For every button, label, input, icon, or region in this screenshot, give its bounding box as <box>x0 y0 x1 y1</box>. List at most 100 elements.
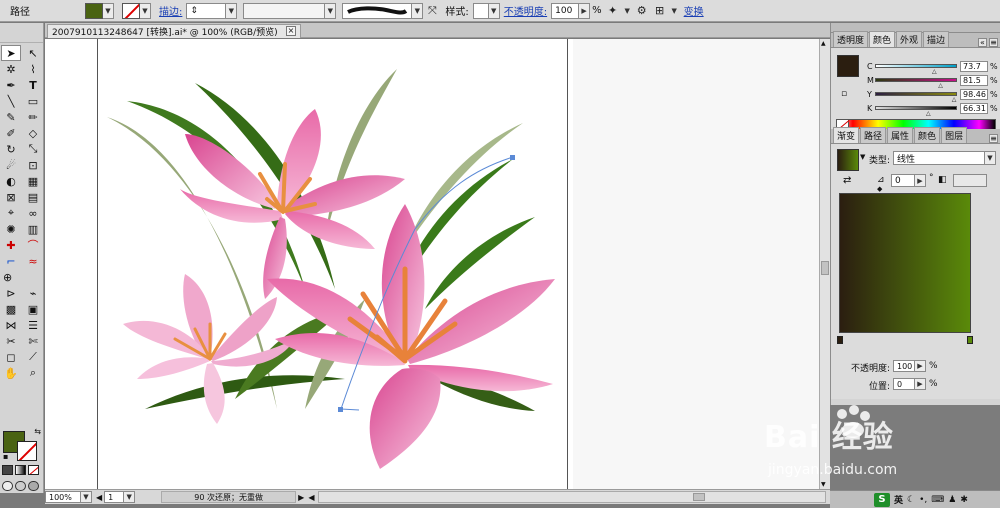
vertical-scroll-thumb[interactable] <box>821 261 829 275</box>
lily-artwork[interactable] <box>45 39 819 489</box>
keyboard-icon[interactable]: ⌨ <box>931 495 944 505</box>
gradient-tool-icon[interactable]: ▤ <box>23 189 43 205</box>
channel-slider[interactable]: △ <box>875 78 957 89</box>
color-mode-icon[interactable] <box>2 465 13 475</box>
warp-tool-icon[interactable]: ☄ <box>1 157 21 173</box>
gradient-mode-icon[interactable] <box>15 465 26 475</box>
artboard-tool-icon[interactable]: ⊳ <box>1 285 21 301</box>
status-menu-arrow[interactable]: ▶ <box>298 493 304 502</box>
tab-appearance[interactable]: 外观 <box>896 31 923 47</box>
tab-color[interactable]: 颜色 <box>869 31 896 47</box>
artboard-dropdown[interactable]: ▼ <box>124 491 136 503</box>
zoom-dropdown[interactable]: ▼ <box>81 491 92 503</box>
free-transform-tool-icon[interactable]: ⊡ <box>23 157 43 173</box>
width-tool-icon[interactable]: ⋈ <box>1 317 21 333</box>
brush-field[interactable] <box>342 2 413 19</box>
draw-normal-icon[interactable] <box>2 481 13 491</box>
channel-value-field[interactable]: 98.46 <box>960 88 988 100</box>
scale-tool-icon[interactable]: ⤡ <box>23 141 43 157</box>
rotate-tool-icon[interactable]: ↻ <box>1 141 21 157</box>
channel-value-field[interactable]: 73.7 <box>960 60 988 72</box>
fill-swatch[interactable] <box>85 2 103 19</box>
horizontal-scroll-thumb[interactable] <box>693 493 706 501</box>
gradient-bar[interactable] <box>839 193 971 333</box>
panel-menu-icon[interactable]: ≡ <box>989 38 998 47</box>
transform-link[interactable]: 变换 <box>680 3 708 18</box>
fill-dropdown[interactable]: ▼ <box>103 2 114 19</box>
live-paint-selection-icon[interactable]: ▣ <box>23 301 43 317</box>
blob-brush-tool-icon[interactable]: ✐ <box>1 125 21 141</box>
anchor-convert-icon[interactable]: ⌒ <box>23 237 43 253</box>
channel-slider[interactable]: △ <box>875 106 957 117</box>
column-graph-tool-icon[interactable]: ▥ <box>23 221 43 237</box>
shape-builder-tool-icon[interactable]: ◐ <box>1 173 21 189</box>
panel-collapse-icon[interactable]: « <box>978 38 987 47</box>
canvas[interactable] <box>45 39 819 489</box>
blend-tool-icon[interactable]: ∞ <box>23 205 43 221</box>
scissors-tool-icon[interactable]: ✄ <box>23 333 43 349</box>
anchor-add-icon[interactable]: ✚ <box>1 237 21 253</box>
slice-tool-icon[interactable]: ⌁ <box>23 285 43 301</box>
gradient-opacity-field[interactable]: 100 <box>893 360 915 372</box>
gradient-menu-icon[interactable]: ≡ <box>989 134 998 143</box>
zoom-tool-icon[interactable]: ⌕ <box>23 365 43 381</box>
ime-logo-icon[interactable]: S <box>874 492 890 507</box>
draw-behind-icon[interactable] <box>15 481 26 491</box>
artboard-number-field[interactable]: 1 <box>104 491 125 503</box>
selection-tool-icon[interactable]: ➤ <box>1 45 21 61</box>
gradient-end-stop[interactable] <box>967 336 973 344</box>
scroll-up-arrow[interactable]: ▲ <box>821 40 826 47</box>
swap-colors-icon[interactable]: ⇆ <box>34 427 41 436</box>
channel-value-field[interactable]: 66.31 <box>960 102 988 114</box>
paintbrush-tool-icon[interactable]: ✎ <box>1 109 21 125</box>
lasso-tool-icon[interactable]: ⌇ <box>23 61 43 77</box>
fill-stroke-box[interactable]: ⇆ ▪ <box>3 427 41 461</box>
gradient-type-select[interactable]: 线性 <box>893 151 985 165</box>
tab-layers[interactable]: 图层 <box>941 127 968 143</box>
moon-icon[interactable]: ☾ <box>907 495 915 505</box>
opacity-field[interactable]: 100 <box>551 2 580 19</box>
tab-stroke[interactable]: 描边 <box>923 31 950 47</box>
variable-width-field[interactable] <box>243 2 326 19</box>
anchor-curve-icon[interactable]: ⌐ <box>1 253 21 269</box>
tab-attributes[interactable]: 属性 <box>887 127 914 143</box>
hand-tool-icon[interactable]: ✋ <box>1 365 21 381</box>
scroll-left-arrow[interactable]: ◀ <box>308 493 314 502</box>
chart-tool-icon[interactable]: ☰ <box>23 317 43 333</box>
eraser-tool-icon[interactable]: ◇ <box>23 125 43 141</box>
user-icon[interactable]: ♟ <box>948 495 956 505</box>
eyedropper-tool-icon[interactable]: ⌖ <box>1 205 21 221</box>
tab-gradient[interactable]: 渐变 <box>833 127 860 143</box>
gradient-swatch-dropdown[interactable]: ▼ <box>860 153 865 161</box>
reverse-gradient-icon[interactable]: ⇄ <box>843 175 851 186</box>
angle-dropdown[interactable]: ▶ <box>915 174 926 187</box>
gradient-opacity-dropdown[interactable]: ▶ <box>915 360 926 372</box>
toolbox-grip[interactable] <box>0 23 43 43</box>
opacity-link[interactable]: 不透明度: <box>500 3 551 18</box>
align-dropdown[interactable]: ▼ <box>669 3 680 19</box>
recolor-icon[interactable]: ✦ <box>604 2 622 20</box>
punctuation-icon[interactable]: •, <box>919 495 927 505</box>
pencil-tool-icon[interactable]: ✏ <box>23 109 43 125</box>
none-mode-icon[interactable] <box>28 465 39 475</box>
aspect-ratio-field[interactable] <box>953 174 987 187</box>
horizontal-scrollbar[interactable] <box>318 491 826 503</box>
gradient-slider-diamond-icon[interactable]: ◆ <box>877 185 882 193</box>
draw-inside-icon[interactable] <box>28 481 39 491</box>
stroke-color-swatch[interactable] <box>17 441 37 461</box>
slider-thumb-icon[interactable]: △ <box>926 110 931 117</box>
stroke-weight-dropdown[interactable]: ▼ <box>226 2 238 19</box>
opacity-dropdown[interactable]: ▶ <box>579 2 591 19</box>
brush-dropdown[interactable]: ▼ <box>412 2 424 19</box>
style-field[interactable] <box>472 2 489 19</box>
perspective-grid-tool-icon[interactable]: ▦ <box>23 173 43 189</box>
settings-icon[interactable]: ✱ <box>960 495 968 505</box>
stroke-dropdown[interactable]: ▼ <box>140 2 151 19</box>
rectangle-tool-icon[interactable]: ▭ <box>23 93 43 109</box>
angle-field[interactable]: 0 <box>891 174 915 187</box>
measure-tool-icon[interactable]: ⟋ <box>23 349 43 365</box>
position-dropdown[interactable]: ▶ <box>915 378 926 390</box>
stroke-link[interactable]: 描边: <box>155 3 186 18</box>
tab-transparency[interactable]: 透明度 <box>833 31 869 47</box>
prev-artboard-icon[interactable]: ◀ <box>96 493 102 502</box>
